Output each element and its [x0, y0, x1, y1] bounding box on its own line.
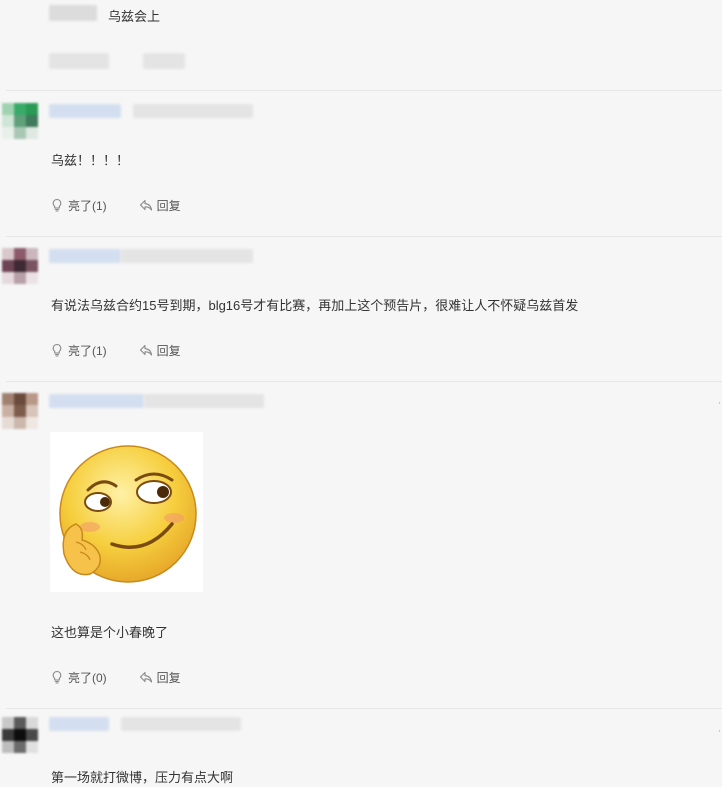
blurred-timestamp [121, 249, 253, 263]
comment-text: 乌兹！！！！ [51, 153, 130, 168]
blurred-timestamp [144, 394, 264, 408]
like-button[interactable]: 亮了(1) [50, 342, 107, 359]
comment-divider [6, 90, 722, 91]
like-label: 亮了(1) [68, 343, 107, 358]
blurred-username[interactable] [49, 394, 144, 408]
timestamp-edge: ‧ [718, 726, 721, 736]
blurred-meta [49, 53, 109, 69]
avatar[interactable] [2, 717, 38, 753]
bulb-icon [52, 343, 62, 357]
blurred-username[interactable] [49, 249, 121, 263]
comment-text: 有说法乌兹合约15号到期，blg16号才有比赛，再加上这个预告片，很难让人不怀疑… [51, 298, 579, 313]
comment-divider [6, 236, 722, 237]
reply-button[interactable]: 回复 [139, 669, 181, 686]
reply-label: 回复 [156, 198, 181, 213]
comment-divider [6, 381, 722, 382]
comment-text: 乌兹会上 [108, 9, 161, 24]
reply-button[interactable]: 回复 [139, 197, 181, 214]
like-button[interactable]: 亮了(1) [50, 197, 107, 214]
comment-text: 这也算是个小春晚了 [51, 625, 169, 640]
timestamp-edge: ‧ [718, 398, 721, 408]
smirk-face-sticker [59, 445, 197, 583]
comment-actions: 亮了(1) 回复 [50, 341, 181, 359]
reply-arrow-icon [139, 671, 152, 683]
like-button[interactable]: 亮了(0) [50, 669, 107, 686]
blurred-username [49, 5, 97, 21]
reply-arrow-icon [139, 199, 152, 211]
bulb-icon [52, 670, 62, 684]
avatar[interactable] [2, 393, 38, 429]
avatar[interactable] [2, 248, 38, 284]
like-label: 亮了(0) [68, 670, 107, 685]
reply-label: 回复 [156, 670, 181, 685]
avatar[interactable] [2, 103, 38, 139]
reply-label: 回复 [156, 343, 181, 358]
like-label: 亮了(1) [68, 198, 107, 213]
comment-text: 第一场就打微博，压力有点大啊 [51, 770, 234, 785]
sticker-image[interactable] [50, 432, 203, 592]
comment-divider [6, 708, 722, 709]
comment-feed: 乌兹会上 乌兹！！！！ 亮了(1) 回复 有说法乌兹合约15号到期，blg16号… [0, 0, 722, 787]
comment-actions: 亮了(1) 回复 [50, 196, 181, 214]
bulb-icon [52, 198, 62, 212]
blurred-meta [143, 53, 185, 69]
reply-button[interactable]: 回复 [139, 342, 181, 359]
blurred-username[interactable] [49, 104, 121, 118]
blurred-username[interactable] [49, 717, 109, 731]
blurred-timestamp [121, 717, 241, 731]
reply-arrow-icon [139, 344, 152, 356]
comment-actions: 亮了(0) 回复 [50, 668, 181, 686]
blurred-timestamp [133, 104, 253, 118]
